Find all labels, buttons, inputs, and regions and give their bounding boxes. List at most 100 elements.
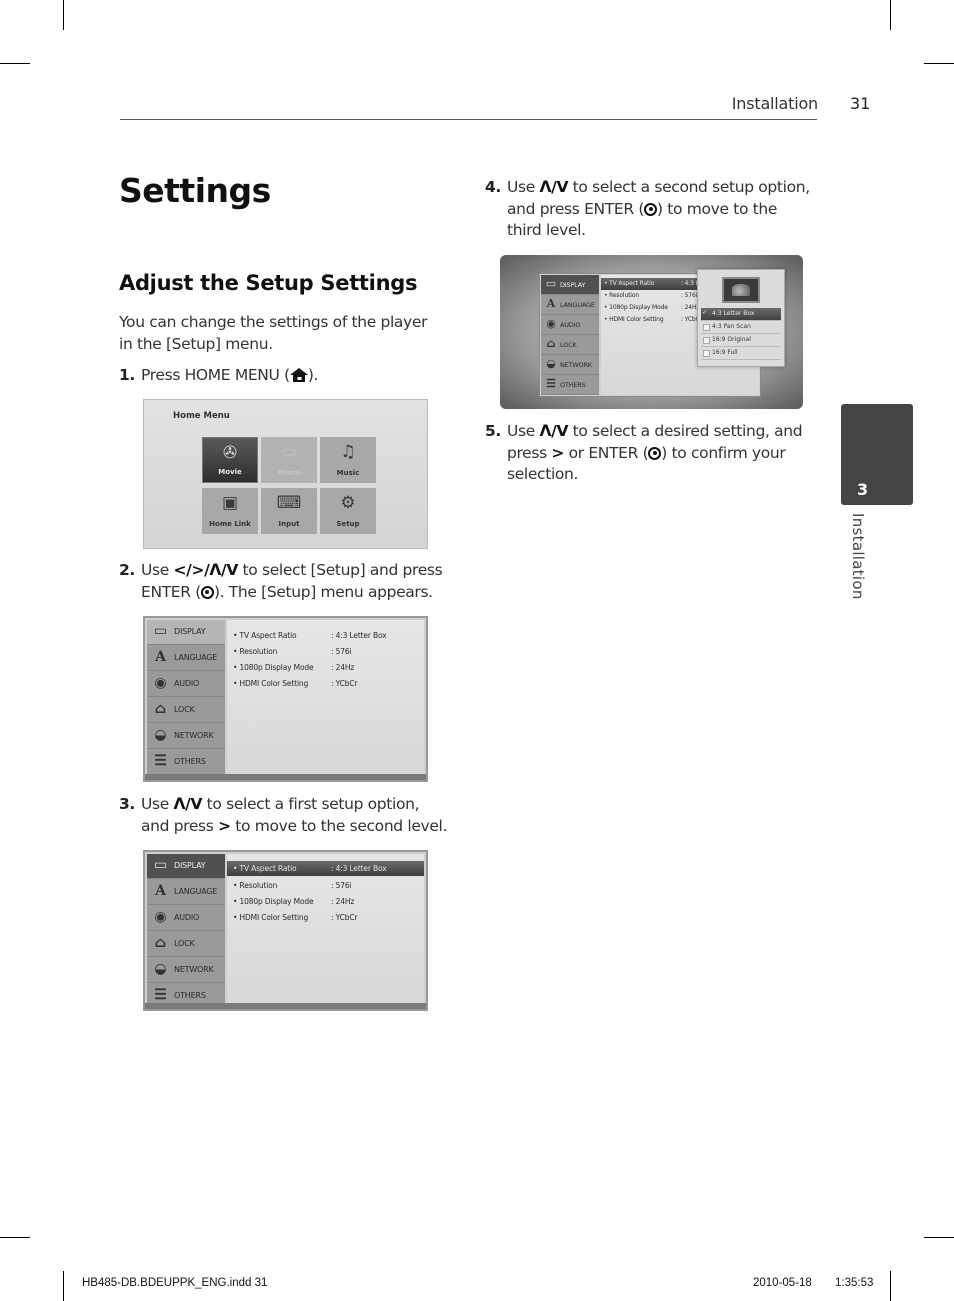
music-note-icon: ♫ — [340, 442, 356, 462]
step-text: Use — [141, 795, 174, 813]
option-name: • 1080p Display Mode — [604, 304, 668, 311]
aspect-ratio-popup: ✓ 4:3 Letter Box 4:3 Pan Scan 16:9 Origin… — [697, 269, 785, 367]
option-name: • Resolution — [233, 647, 278, 656]
setup-category-list: ▭ DISPLAY A LANGUAGE ◉ AUDIO ⌂ LOCK ◒ NETWORK… — [541, 275, 599, 395]
input-device-icon: ⌨ — [276, 493, 302, 513]
crop-mark — [63, 1271, 64, 1301]
crop-mark — [924, 63, 954, 64]
right-arrow-symbol: > — [218, 816, 231, 835]
category-label: LOCK — [174, 705, 195, 714]
chapter-number: 3 — [857, 480, 869, 499]
up-down-arrows-symbol: Λ/V — [539, 422, 569, 440]
speaker-icon: ◉ — [154, 675, 167, 691]
category-label: AUDIO — [560, 321, 581, 329]
tv-icon: ▭ — [153, 623, 168, 639]
option-name: • Resolution — [604, 292, 639, 299]
screen-bottom-bar — [145, 1003, 426, 1009]
option-value: : YCbCr — [331, 679, 358, 688]
step-text: ). — [307, 366, 319, 384]
step-text: Use — [141, 561, 174, 579]
option-row: • Resolution: 576i — [227, 644, 424, 659]
category-display: ▭ DISPLAY — [147, 620, 225, 645]
category-label: NETWORK — [174, 731, 214, 740]
step-text: Press HOME MENU ( — [141, 366, 290, 384]
step-number: 4. — [485, 178, 501, 196]
page-title: Settings — [119, 171, 271, 210]
setup-category-list: ▭ DISPLAY A LANGUAGE ◉ AUDIO ⌂ LOCK ◒ NETWORK… — [147, 854, 225, 1009]
enter-icon — [200, 585, 214, 599]
choice-selected: ✓ 4:3 Letter Box — [701, 308, 781, 321]
option-name: • TV Aspect Ratio — [604, 280, 655, 287]
step-number: 5. — [485, 422, 501, 440]
tile-movie: ✇ Movie — [202, 437, 258, 483]
category-network: ◒ NETWORK — [147, 958, 225, 983]
option-name: • HDMI Color Setting — [604, 316, 664, 323]
option-name: • HDMI Color Setting — [233, 679, 309, 688]
setup-options-panel: • TV Aspect Ratio : 4:3 Letter Box • Reso… — [227, 620, 424, 774]
crop-mark — [63, 0, 64, 30]
step-text: Use — [507, 422, 540, 440]
photo-icon: ▭ — [280, 442, 298, 462]
lock-icon: ⌂ — [154, 935, 167, 951]
screen-bottom-bar — [145, 774, 426, 780]
speaker-icon: ◉ — [546, 317, 556, 330]
letter-a-icon: A — [155, 883, 166, 899]
page-number: 31 — [850, 94, 871, 113]
category-label: LANGUAGE — [560, 301, 595, 309]
category-label: LOCK — [174, 939, 195, 948]
up-down-arrows-symbol: Λ/V — [173, 795, 203, 813]
step-5: 5. Use Λ/V to select a desired setting, … — [485, 421, 805, 486]
others-icon: ☰ — [154, 987, 167, 1003]
option-name: • Resolution — [233, 881, 278, 890]
checkbox-icon — [703, 324, 710, 331]
option-name: • TV Aspect Ratio — [233, 631, 297, 640]
gear-icon: ⚙ — [340, 493, 356, 513]
aspect-preview-thumbnail — [722, 277, 760, 303]
category-label: OTHERS — [174, 757, 206, 766]
category-label: DISPLAY — [174, 861, 206, 870]
category-label: OTHERS — [174, 991, 206, 1000]
category-lock: ⌂ LOCK — [541, 335, 599, 355]
network-globe-icon: ◒ — [546, 357, 556, 370]
category-display: ▭ DISPLAY — [147, 854, 225, 879]
setup-category-list: ▭ DISPLAY A LANGUAGE ◉ AUDIO ⌂ LOCK ◒ NETWORK… — [147, 620, 225, 775]
network-globe-icon: ◒ — [154, 961, 167, 977]
setup-options-panel: • TV Aspect Ratio : 4:3 Letter Box • Reso… — [227, 854, 424, 1003]
footer-time: 1:35:53 — [835, 1277, 874, 1289]
category-label: DISPLAY — [560, 281, 586, 289]
intro-paragraph: You can change the settings of the playe… — [119, 313, 428, 353]
category-label: LOCK — [560, 341, 577, 349]
section-heading: Adjust the Setup Settings — [119, 271, 418, 295]
category-others: ☰ OTHERS — [541, 375, 599, 395]
step-number: 3. — [119, 795, 135, 813]
letter-a-icon: A — [546, 297, 556, 310]
tile-setup: ⚙ Setup — [320, 488, 376, 534]
choice-label: 16:9 Original — [712, 336, 751, 343]
step-3: 3. Use Λ/V to select a first setup optio… — [119, 794, 449, 837]
option-name: • TV Aspect Ratio — [233, 864, 297, 873]
tile-home-link: ▣ Home Link — [202, 488, 258, 534]
crop-mark — [0, 1237, 30, 1238]
lock-icon: ⌂ — [546, 337, 556, 350]
step-number: 2. — [119, 561, 135, 579]
step-text: ). The [Setup] menu appears. — [213, 582, 433, 601]
option-value: : 4:3 Letter Box — [331, 864, 387, 873]
checkbox-icon — [703, 337, 710, 344]
category-lock: ⌂ LOCK — [147, 698, 225, 723]
category-language: A LANGUAGE — [541, 295, 599, 315]
category-lock: ⌂ LOCK — [147, 932, 225, 957]
chapter-label: Installation — [849, 513, 867, 600]
check-icon: ✓ — [702, 309, 708, 316]
step-number: 1. — [119, 366, 135, 384]
category-display: ▭ DISPLAY — [541, 275, 599, 295]
up-down-arrows-symbol: Λ/V — [539, 178, 569, 196]
tile-label: Movie — [218, 468, 242, 476]
footer-date: 2010-05-18 — [753, 1277, 812, 1289]
option-value: : 4:3 Letter Box — [331, 631, 387, 640]
running-header-section: Installation — [731, 94, 818, 113]
category-audio: ◉ AUDIO — [541, 315, 599, 335]
option-row-selected: • TV Aspect Ratio : 4:3 Letter Box — [227, 861, 424, 876]
option-row: • HDMI Color Setting: YCbCr — [227, 910, 424, 925]
option-row: • HDMI Color Setting : YCbCr — [227, 676, 424, 691]
step-text: to move to the second level. — [230, 816, 448, 835]
